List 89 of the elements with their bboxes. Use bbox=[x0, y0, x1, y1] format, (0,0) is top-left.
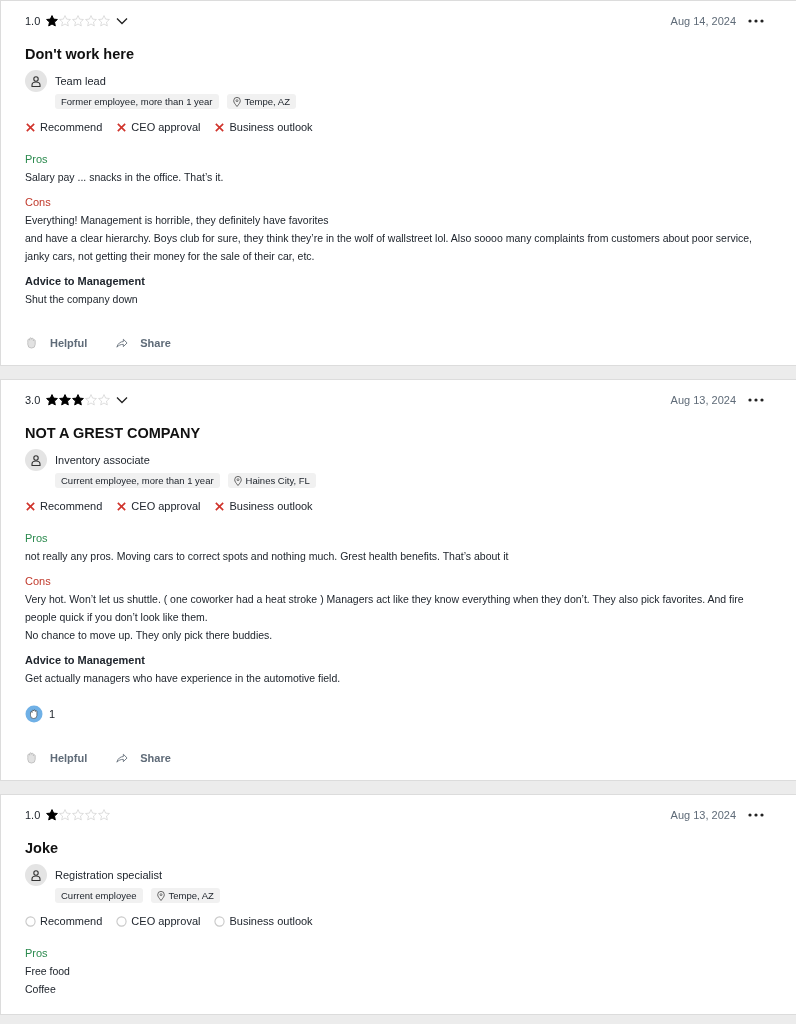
location-pin-icon bbox=[156, 890, 165, 901]
location-pin-icon bbox=[233, 475, 242, 486]
cross-icon bbox=[214, 121, 226, 133]
location-pin-icon bbox=[232, 96, 241, 107]
review-text: Everything! Management is horrible, they definitely have favorites bbox=[25, 213, 330, 228]
rating-value: 1.0 bbox=[25, 809, 41, 821]
star-icon bbox=[72, 15, 85, 27]
tag-text: Tempe, AZ bbox=[244, 96, 290, 107]
rating-label: CEO approval bbox=[131, 121, 201, 133]
rating-label: Business outlook bbox=[229, 500, 313, 512]
star-icon bbox=[59, 394, 72, 406]
review-title: Joke bbox=[25, 840, 60, 856]
chevron-down-icon[interactable] bbox=[116, 17, 129, 25]
star-icon bbox=[98, 15, 111, 27]
star-icon bbox=[85, 394, 98, 406]
section-heading: Cons bbox=[25, 574, 52, 589]
section-heading: Pros bbox=[25, 531, 49, 546]
tag-text: Tempe, AZ bbox=[168, 890, 214, 901]
cross-icon bbox=[116, 121, 128, 133]
job-title: Inventory associate bbox=[55, 454, 150, 466]
cross-icon bbox=[116, 500, 128, 512]
share-icon bbox=[115, 336, 129, 349]
more-options-icon[interactable] bbox=[748, 19, 764, 23]
star-icon bbox=[59, 15, 72, 27]
review-text: Get actually managers who have experience in the automotive field. bbox=[25, 671, 342, 686]
review-text: Free food bbox=[25, 964, 71, 979]
review-text: Shut the company down bbox=[25, 292, 139, 307]
share-icon bbox=[115, 751, 129, 764]
rating-label: CEO approval bbox=[131, 500, 201, 512]
rating-value: 1.0 bbox=[25, 15, 41, 27]
person-icon bbox=[25, 70, 47, 92]
circle-icon bbox=[214, 915, 226, 927]
section-heading: Advice to Management bbox=[25, 653, 146, 668]
job-title: Registration specialist bbox=[55, 869, 162, 881]
review-text: not really any pros. Moving cars to correct spots and nothing much. Grest health benefits. That’s about it bbox=[25, 549, 510, 564]
star-icon bbox=[72, 394, 85, 406]
share-button[interactable]: Share bbox=[115, 751, 171, 764]
review-text: and have a clear hierarchy. Boys club for sure, they think they’re in the wolf of wallstreet lol. Also soooo many complaints from customers about poor service, janky cars, not getting their money for the sale of their car, etc. bbox=[25, 231, 752, 264]
review-date: Aug 14, 2024 bbox=[670, 15, 736, 27]
section-heading: Pros bbox=[25, 946, 49, 961]
review-date: Aug 13, 2024 bbox=[670, 394, 736, 406]
tag-text: Haines City, FL bbox=[245, 475, 310, 486]
cross-icon bbox=[214, 500, 226, 512]
circle-icon bbox=[116, 915, 128, 927]
rating-label: Business outlook bbox=[229, 121, 313, 133]
star-icon bbox=[85, 15, 98, 27]
job-title: Team lead bbox=[55, 75, 106, 87]
helpful-button[interactable]: Helpful bbox=[25, 336, 88, 349]
tag-text: Current employee bbox=[61, 890, 137, 901]
tag-text: Former employee, more than 1 year bbox=[61, 96, 213, 107]
review-title: NOT A GREST COMPANY bbox=[25, 425, 202, 441]
section-heading: Pros bbox=[25, 152, 49, 167]
star-icon bbox=[59, 809, 72, 821]
circle-icon bbox=[25, 915, 36, 927]
rating-label: Recommend bbox=[40, 500, 103, 512]
rating-label: Business outlook bbox=[229, 915, 313, 927]
hand-icon bbox=[25, 751, 38, 764]
star-icon bbox=[85, 809, 98, 821]
review-title: Don't work here bbox=[25, 46, 135, 62]
rating-label: Recommend bbox=[40, 121, 103, 133]
more-options-icon[interactable] bbox=[748, 813, 764, 817]
tag-text: Current employee, more than 1 year bbox=[61, 475, 214, 486]
review-text: No chance to move up. They only pick there buddies. bbox=[25, 628, 274, 643]
rating-value: 3.0 bbox=[25, 394, 41, 406]
hand-icon bbox=[25, 336, 38, 349]
cross-icon bbox=[25, 121, 36, 133]
helpful-button[interactable]: Helpful bbox=[25, 751, 88, 764]
star-icon bbox=[98, 394, 111, 406]
helpful-count-icon bbox=[25, 705, 43, 723]
helpful-count: 1 bbox=[49, 708, 56, 720]
star-icon bbox=[98, 809, 111, 821]
section-heading: Cons bbox=[25, 195, 52, 210]
person-icon bbox=[25, 864, 47, 886]
chevron-down-icon[interactable] bbox=[116, 396, 129, 404]
more-options-icon[interactable] bbox=[748, 398, 764, 402]
star-icon bbox=[72, 809, 85, 821]
star-icon bbox=[46, 15, 59, 27]
star-icon bbox=[46, 809, 59, 821]
review-text: Coffee bbox=[25, 982, 57, 997]
review-text: Salary pay ... snacks in the office. That’s it. bbox=[25, 170, 225, 185]
star-icon bbox=[46, 394, 59, 406]
rating-label: CEO approval bbox=[131, 915, 201, 927]
review-date: Aug 13, 2024 bbox=[670, 809, 736, 821]
person-icon bbox=[25, 449, 47, 471]
share-button[interactable]: Share bbox=[115, 336, 171, 349]
rating-label: Recommend bbox=[40, 915, 103, 927]
review-text: Very hot. Won’t let us shuttle. ( one coworker had a heat stroke ) Managers act like they know everything when they don’t. They also pick favorites. And fire people quick if you don’t look like them. bbox=[25, 592, 745, 625]
section-heading: Advice to Management bbox=[25, 274, 146, 289]
cross-icon bbox=[25, 500, 36, 512]
